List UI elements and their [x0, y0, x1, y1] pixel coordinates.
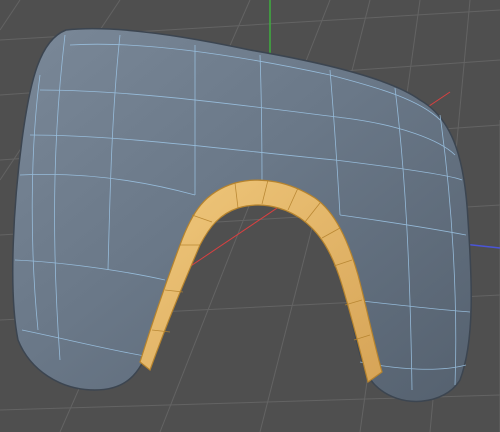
- mesh-body[interactable]: [12, 27, 472, 403]
- viewport-canvas[interactable]: [0, 0, 500, 432]
- 3d-viewport[interactable]: [0, 0, 500, 432]
